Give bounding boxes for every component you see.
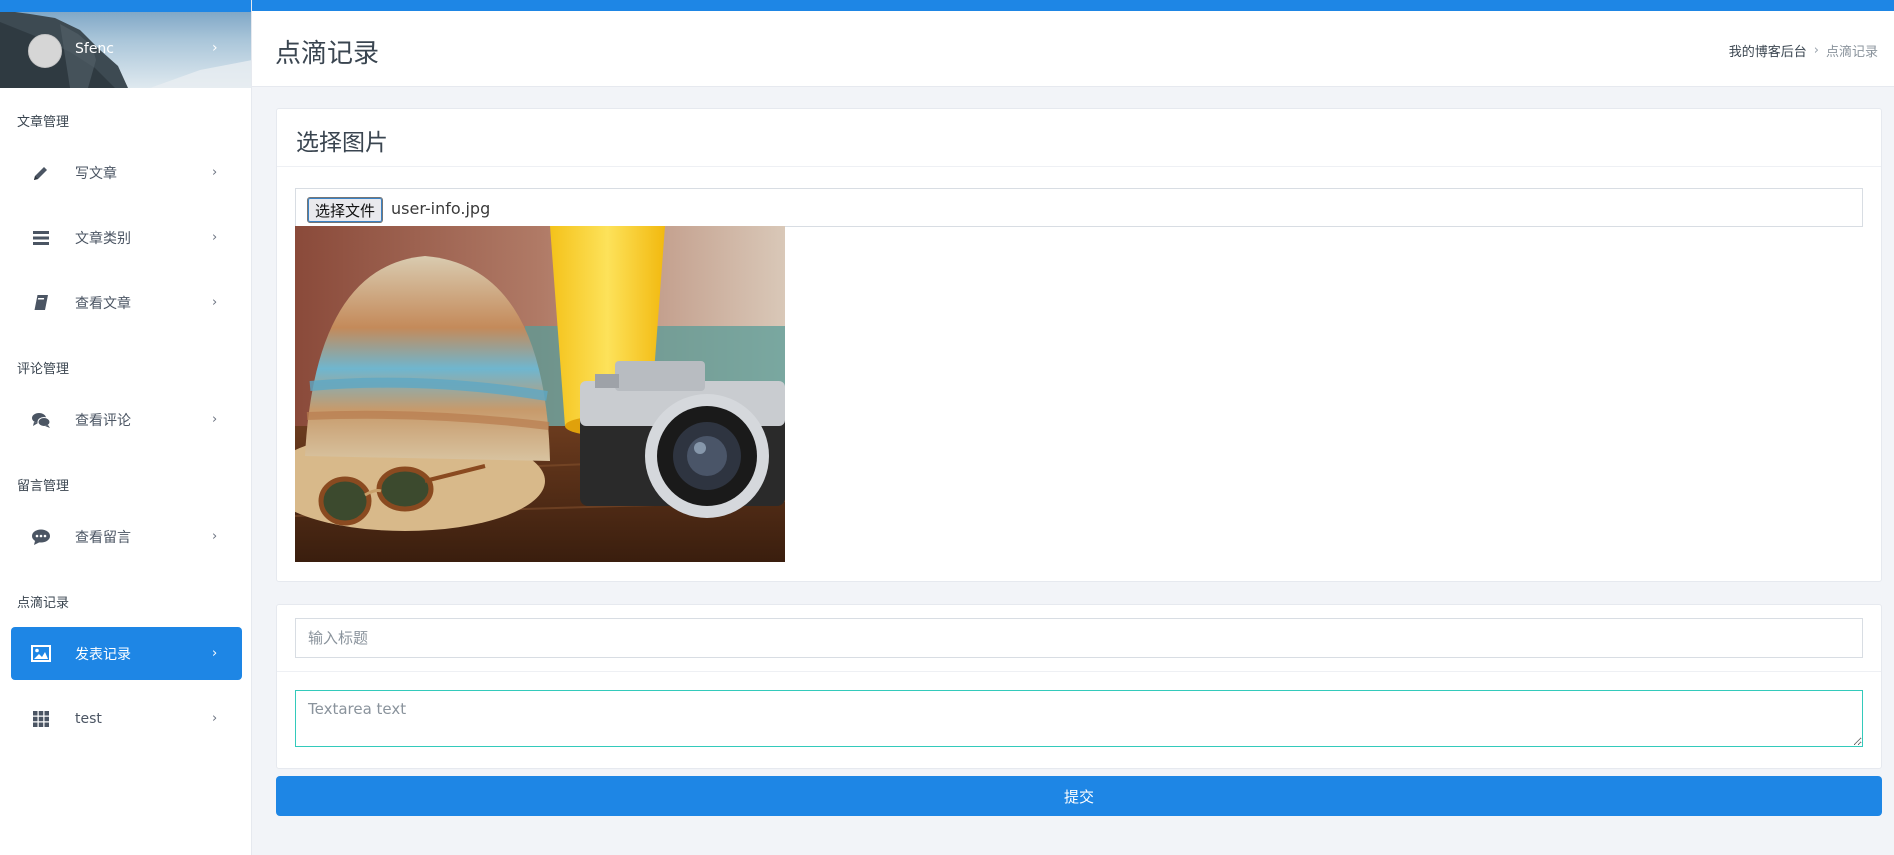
book-icon <box>31 293 51 313</box>
chevron-right-icon: › <box>212 165 218 180</box>
profile-header[interactable]: Sfenc › <box>0 0 251 88</box>
group-label-articles: 文章管理 <box>17 115 70 130</box>
breadcrumb: 我的博客后台 › 点滴记录 <box>1729 41 1878 60</box>
sidebar-item-view-messages[interactable]: 查看留言 › <box>11 510 242 563</box>
comments-icon <box>31 410 51 430</box>
profile-name: Sfenc <box>75 41 114 57</box>
top-accent-bar <box>252 0 1894 11</box>
group-label-messages: 留言管理 <box>17 479 70 494</box>
chat-bubble-icon <box>31 527 51 547</box>
sidebar-item-view-comments[interactable]: 查看评论 › <box>11 393 242 446</box>
chevron-right-icon: › <box>212 295 218 310</box>
sidebar-item-test[interactable]: test › <box>11 692 242 745</box>
image-icon <box>31 644 51 664</box>
card-title: 选择图片 <box>296 130 388 156</box>
sidebar-item-view-articles[interactable]: 查看文章 › <box>11 276 242 329</box>
grid-icon <box>31 709 51 729</box>
sidebar-top-bar <box>0 0 251 12</box>
breadcrumb-separator: › <box>1813 43 1819 58</box>
sidebar: Sfenc › 文章管理 写文章 › 文章类别 › 查看文章 › 评论管理 查看… <box>0 0 252 855</box>
image-preview <box>295 226 785 562</box>
sidebar-item-label: 文章类别 <box>75 230 131 247</box>
submit-button[interactable]: 提交 <box>276 776 1882 816</box>
file-input[interactable]: 选择文件 user-info.jpg <box>295 188 1863 227</box>
breadcrumb-home-link[interactable]: 我的博客后台 <box>1729 41 1807 60</box>
form-divider <box>277 671 1881 672</box>
page-title: 点滴记录 <box>275 39 380 69</box>
sidebar-item-label: test <box>75 710 102 727</box>
group-label-comments: 评论管理 <box>17 362 70 377</box>
sidebar-item-article-categories[interactable]: 文章类别 › <box>11 211 242 264</box>
content-textarea[interactable] <box>295 690 1863 747</box>
record-form-card <box>276 604 1882 769</box>
chevron-right-icon: › <box>212 711 218 726</box>
sidebar-item-label: 查看文章 <box>75 295 131 312</box>
sidebar-item-label: 发表记录 <box>75 646 131 663</box>
sidebar-item-publish-record[interactable]: 发表记录 › <box>11 627 242 680</box>
sidebar-item-write-article[interactable]: 写文章 › <box>11 146 242 199</box>
chevron-right-icon: › <box>212 412 218 427</box>
group-label-records: 点滴记录 <box>17 596 70 611</box>
card-divider <box>277 166 1881 167</box>
image-upload-card: 选择图片 选择文件 user-info.jpg <box>276 108 1882 582</box>
sidebar-item-label: 查看评论 <box>75 412 131 429</box>
sidebar-item-label: 查看留言 <box>75 529 131 546</box>
avatar[interactable] <box>28 34 62 68</box>
selected-file-name: user-info.jpg <box>391 199 491 218</box>
list-icon <box>31 228 51 248</box>
choose-file-button[interactable]: 选择文件 <box>307 197 384 223</box>
chevron-right-icon: › <box>212 230 218 245</box>
title-input[interactable] <box>295 618 1863 658</box>
pencil-icon <box>31 163 51 183</box>
page-header: 点滴记录 我的博客后台 › 点滴记录 <box>252 11 1894 87</box>
chevron-right-icon: › <box>212 646 218 661</box>
breadcrumb-current: 点滴记录 <box>1825 45 1878 60</box>
chevron-right-icon: › <box>212 40 218 56</box>
chevron-right-icon: › <box>212 529 218 544</box>
sidebar-item-label: 写文章 <box>75 165 117 182</box>
